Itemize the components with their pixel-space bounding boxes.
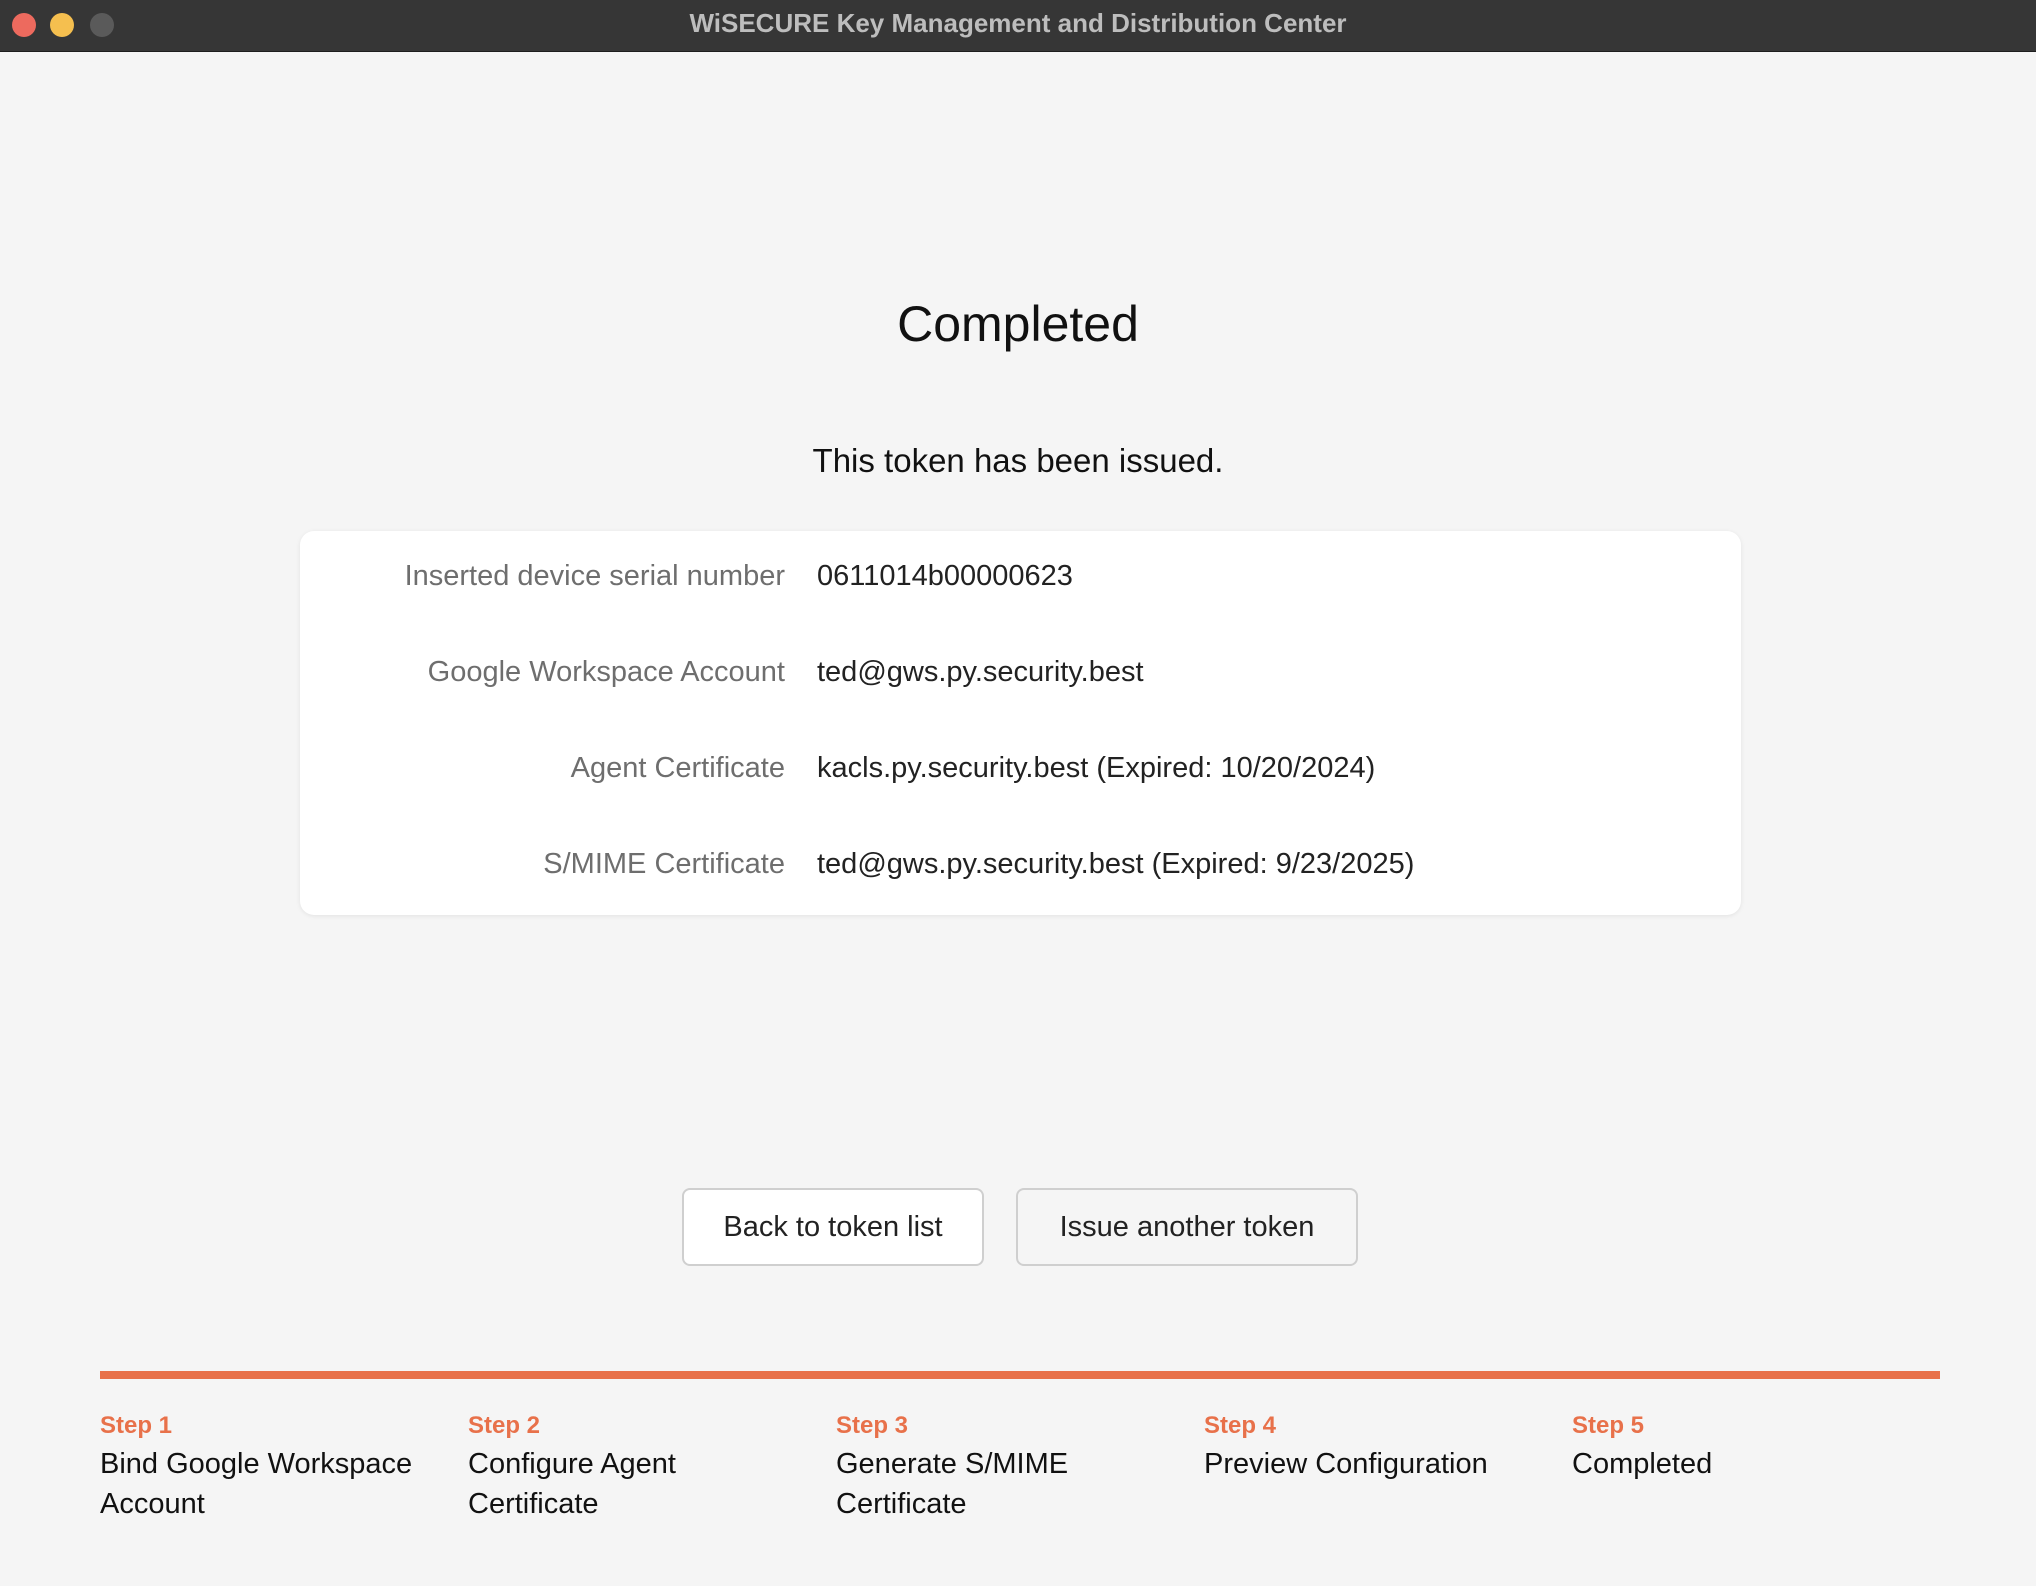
step-item-agent-certificate: Step 2 Configure Agent Certificate — [468, 1408, 798, 1524]
detail-row-agent-certificate: Agent Certificate kacls.py.security.best… — [300, 745, 1741, 791]
step-progress-bar — [100, 1371, 1940, 1379]
step-number: Step 1 — [100, 1412, 173, 1439]
step-name: Configure Agent Certificate — [468, 1448, 676, 1520]
page-subtitle: This token has been issued. — [812, 442, 1224, 479]
detail-label: Inserted device serial number — [404, 560, 785, 592]
window-title: WiSECURE Key Management and Distribution… — [689, 8, 1347, 38]
detail-label: Google Workspace Account — [427, 656, 785, 688]
step-name: Generate S/MIME Certificate — [836, 1448, 1069, 1520]
step-item-completed: Step 5 Completed — [1572, 1408, 1902, 1484]
page-title: Completed — [897, 296, 1139, 352]
step-number: Step 5 — [1572, 1412, 1645, 1439]
detail-value: ted@gws.py.security.best (Expired: 9/23/… — [817, 848, 1415, 880]
detail-row-serial-number: Inserted device serial number 0611014b00… — [300, 553, 1741, 599]
title-bar: WiSECURE Key Management and Distribution… — [0, 0, 2036, 52]
step-item-preview: Step 4 Preview Configuration — [1204, 1408, 1534, 1484]
step-name: Completed — [1572, 1448, 1713, 1480]
step-number: Step 2 — [468, 1412, 541, 1439]
step-name: Preview Configuration — [1204, 1448, 1488, 1480]
step-number: Step 3 — [836, 1412, 909, 1439]
detail-value: ted@gws.py.security.best — [817, 656, 1144, 688]
detail-value: 0611014b00000623 — [817, 560, 1073, 592]
detail-label: S/MIME Certificate — [543, 848, 785, 880]
step-item-bind-account: Step 1 Bind Google Workspace Account — [100, 1408, 430, 1524]
step-name: Bind Google Workspace Account — [100, 1448, 413, 1520]
token-details-card: Inserted device serial number 0611014b00… — [300, 531, 1741, 915]
detail-row-smime-certificate: S/MIME Certificate ted@gws.py.security.b… — [300, 841, 1741, 887]
step-item-smime-certificate: Step 3 Generate S/MIME Certificate — [836, 1408, 1166, 1524]
back-to-token-list-button[interactable]: Back to token list — [682, 1188, 984, 1266]
step-number: Step 4 — [1204, 1412, 1277, 1439]
detail-label: Agent Certificate — [570, 752, 785, 784]
detail-row-workspace-account: Google Workspace Account ted@gws.py.secu… — [300, 649, 1741, 695]
detail-value: kacls.py.security.best (Expired: 10/20/2… — [817, 752, 1376, 784]
issue-another-token-button[interactable]: Issue another token — [1016, 1188, 1358, 1266]
